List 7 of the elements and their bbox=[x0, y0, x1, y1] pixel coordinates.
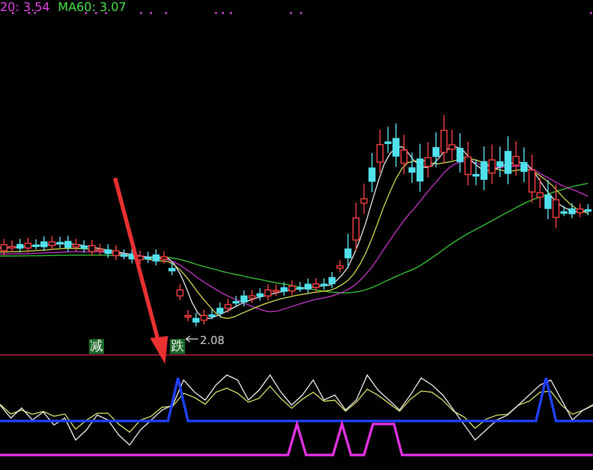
legend-value: MA60: 3.07 bbox=[58, 0, 126, 14]
left-arrow-icon bbox=[185, 336, 198, 342]
candlestick bbox=[176, 284, 184, 301]
legend-value: 20: 3.54 bbox=[0, 0, 50, 14]
low-price-label: 2.08 bbox=[200, 334, 224, 347]
signal-label: 跌 bbox=[170, 339, 185, 354]
signal-label: 减 bbox=[89, 339, 104, 354]
